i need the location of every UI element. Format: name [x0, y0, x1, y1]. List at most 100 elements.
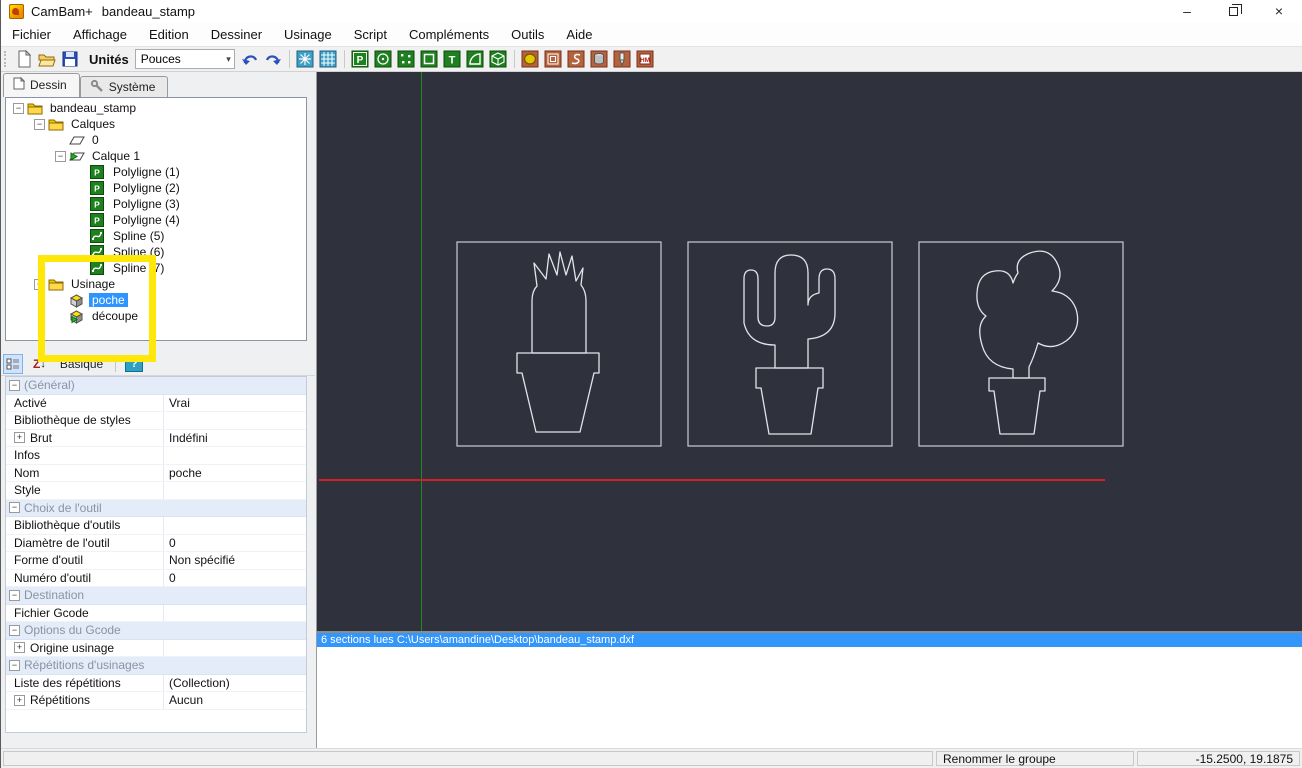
op-3d-profile-button[interactable] [611, 48, 634, 70]
property-value[interactable]: 0 [164, 535, 306, 552]
property-row[interactable]: Bibliothèque de styles [6, 412, 306, 430]
draw-text-button[interactable]: T [441, 48, 464, 70]
minimize-button[interactable]: – [1164, 0, 1210, 22]
op-pocket-button[interactable] [519, 48, 542, 70]
show-grid-button[interactable] [317, 48, 340, 70]
property-value[interactable]: Aucun [164, 692, 306, 709]
property-value[interactable] [164, 605, 306, 622]
property-category[interactable]: − Destination [6, 587, 306, 605]
property-row[interactable]: Bibliothèque d'outils [6, 517, 306, 535]
property-value[interactable] [164, 412, 306, 429]
property-value[interactable]: Non spécifié [164, 552, 306, 569]
new-file-button[interactable] [12, 48, 35, 70]
expand-minus-icon[interactable]: − [9, 624, 20, 636]
draw-circle-button[interactable] [372, 48, 395, 70]
close-button[interactable]: × [1256, 0, 1302, 22]
expand-minus-icon[interactable]: − [13, 102, 24, 114]
menu-fichier[interactable]: Fichier [1, 22, 62, 46]
draw-arc-button[interactable] [464, 48, 487, 70]
property-value[interactable]: (Collection) [164, 675, 306, 692]
expand-minus-icon[interactable]: − [34, 118, 45, 130]
property-row[interactable]: + Répétitions Aucun [6, 692, 306, 710]
menu-aide[interactable]: Aide [555, 22, 603, 46]
property-value[interactable]: 0 [164, 570, 306, 587]
tree-item-spline-6-[interactable]: Spline (6) [6, 244, 306, 260]
property-row[interactable]: Diamètre de l'outil 0 [6, 534, 306, 552]
property-row[interactable]: + Brut Indéfini [6, 429, 306, 447]
tab-systme[interactable]: Système [79, 76, 169, 97]
expand-minus-icon[interactable]: − [9, 379, 20, 391]
expand-minus-icon[interactable]: − [9, 659, 20, 671]
property-row[interactable]: Infos [6, 447, 306, 465]
sort-alpha-button[interactable]: Z ↓ [33, 357, 46, 371]
property-value[interactable] [164, 517, 306, 534]
op-profile-button[interactable] [542, 48, 565, 70]
save-file-button[interactable] [58, 48, 81, 70]
property-row[interactable]: Style [6, 482, 306, 500]
property-row[interactable]: Activé Vrai [6, 394, 306, 412]
categorized-view-button[interactable] [3, 353, 23, 374]
tree-item-d-coupe[interactable]: découpe [6, 308, 306, 324]
property-category[interactable]: − Choix de l'outil [6, 499, 306, 517]
tree-item-polyligne-2-[interactable]: P Polyligne (2) [6, 180, 306, 196]
tree-item-usinage[interactable]: − Usinage [6, 276, 306, 292]
draw-surface-button[interactable] [487, 48, 510, 70]
tree-item-calque-1[interactable]: − Calque 1 [6, 148, 306, 164]
property-value[interactable] [164, 447, 306, 464]
op-heightmap-button[interactable]: HM [634, 48, 657, 70]
expand-plus-icon[interactable]: + [14, 642, 25, 654]
menu-complments[interactable]: Compléments [398, 22, 500, 46]
menu-dessiner[interactable]: Dessiner [200, 22, 273, 46]
property-row[interactable]: Nom poche [6, 464, 306, 482]
log-line-selected[interactable]: 6 sections lues C:\Users\amandine\Deskto… [317, 631, 1302, 647]
menu-usinage[interactable]: Usinage [273, 22, 343, 46]
expand-minus-icon[interactable]: − [9, 502, 20, 514]
property-category[interactable]: − Répétitions d'usinages [6, 657, 306, 675]
property-value[interactable]: Vrai [164, 395, 306, 412]
help-button[interactable]: ? [125, 355, 144, 372]
drawing-canvas[interactable] [317, 72, 1302, 631]
property-row[interactable]: Liste des répétitions (Collection) [6, 674, 306, 692]
tree-item-polyligne-1-[interactable]: P Polyligne (1) [6, 164, 306, 180]
op-drill-button[interactable] [588, 48, 611, 70]
tree-item-bandeau-stamp[interactable]: − bandeau_stamp [6, 100, 306, 116]
open-file-button[interactable] [35, 48, 58, 70]
entity-cactus-columnar[interactable] [456, 241, 662, 447]
tree-item-polyligne-3-[interactable]: P Polyligne (3) [6, 196, 306, 212]
property-value[interactable] [164, 640, 306, 657]
tree-item-0[interactable]: 0 [6, 132, 306, 148]
menu-affichage[interactable]: Affichage [62, 22, 138, 46]
draw-rectangle-button[interactable] [418, 48, 441, 70]
menu-script[interactable]: Script [343, 22, 398, 46]
expand-plus-icon[interactable]: + [14, 694, 25, 706]
tree-item-spline-7-[interactable]: Spline (7) [6, 260, 306, 276]
redo-button[interactable] [262, 48, 285, 70]
snap-grid-button[interactable] [294, 48, 317, 70]
undo-button[interactable] [239, 48, 262, 70]
tree-item-poche[interactable]: poche [6, 292, 306, 308]
property-row[interactable]: + Origine usinage [6, 639, 306, 657]
expand-minus-icon[interactable]: − [9, 589, 20, 601]
entity-cactus-prickly-pear[interactable] [918, 241, 1124, 447]
menu-edition[interactable]: Edition [138, 22, 200, 46]
units-combobox[interactable]: Pouces ▾ [134, 49, 235, 69]
restore-button[interactable] [1210, 0, 1256, 22]
property-value[interactable] [164, 482, 306, 499]
expand-minus-icon[interactable]: − [55, 150, 66, 162]
property-row[interactable]: Fichier Gcode [6, 604, 306, 622]
property-category[interactable]: − (Général) [6, 377, 306, 395]
property-category[interactable]: − Options du Gcode [6, 622, 306, 640]
entity-cactus-saguaro[interactable] [687, 241, 893, 447]
expand-plus-icon[interactable]: + [14, 432, 25, 444]
op-engrave-button[interactable] [565, 48, 588, 70]
tab-dessin[interactable]: Dessin [3, 73, 80, 97]
log-area[interactable] [317, 647, 1302, 748]
draw-polyline-button[interactable]: P [349, 48, 372, 70]
tree-item-spline-5-[interactable]: Spline (5) [6, 228, 306, 244]
property-row[interactable]: Numéro d'outil 0 [6, 569, 306, 587]
property-row[interactable]: Forme d'outil Non spécifié [6, 552, 306, 570]
menu-outils[interactable]: Outils [500, 22, 555, 46]
draw-points-button[interactable] [395, 48, 418, 70]
expand-minus-icon[interactable]: − [34, 278, 45, 290]
tree-item-calques[interactable]: − Calques [6, 116, 306, 132]
